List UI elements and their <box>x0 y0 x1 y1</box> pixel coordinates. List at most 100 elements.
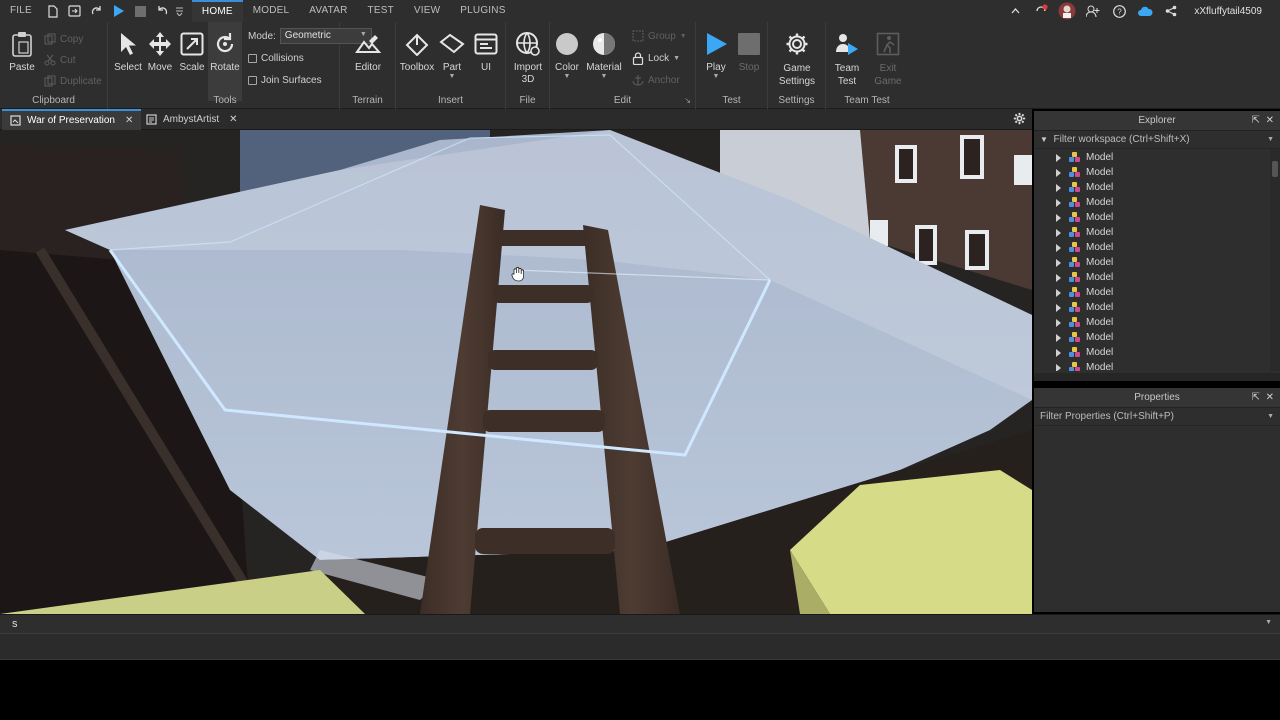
tab-home[interactable]: HOME <box>191 0 243 22</box>
username[interactable]: xXfluffytail4509 <box>1194 6 1262 17</box>
explorer-item-model[interactable]: Model <box>1034 300 1280 315</box>
copy-button[interactable]: Copy <box>44 30 83 48</box>
command-bar[interactable]: s ▼ <box>0 614 1280 634</box>
chevron-down-icon[interactable]: ▼ <box>584 73 624 80</box>
lock-button[interactable]: Lock ▼ <box>632 49 680 67</box>
undo-icon[interactable] <box>152 0 174 22</box>
share-icon[interactable] <box>1160 0 1182 22</box>
duplicate-button[interactable]: Duplicate <box>44 72 102 90</box>
open-file-icon[interactable] <box>64 0 86 22</box>
add-friend-icon[interactable] <box>1082 0 1104 22</box>
import-3d-button[interactable]: Import 3D <box>510 30 546 86</box>
close-icon[interactable]: ✕ <box>1266 392 1274 403</box>
chevron-down-icon[interactable]: ▼ <box>1267 408 1274 426</box>
explorer-item-model[interactable]: Model <box>1034 315 1280 330</box>
move-tool-button[interactable]: Move <box>146 30 174 73</box>
rotate-tool-button[interactable]: Rotate <box>208 22 242 101</box>
tab-model[interactable]: MODEL <box>243 0 300 22</box>
horizontal-scrollbar[interactable] <box>1034 373 1280 381</box>
paste-button[interactable]: Paste <box>6 30 38 73</box>
team-test-button[interactable]: Team Test <box>828 30 866 88</box>
join-surfaces-toggle[interactable]: Join Surfaces <box>248 71 322 89</box>
chevron-down-icon[interactable]: ▼ <box>1265 619 1272 626</box>
color-button[interactable]: Color ▼ <box>552 30 582 80</box>
expand-arrow-icon[interactable] <box>1056 198 1061 207</box>
stop-button[interactable]: Stop <box>734 30 764 73</box>
explorer-item-model[interactable]: Model <box>1034 240 1280 255</box>
expand-arrow-icon[interactable] <box>1056 258 1061 267</box>
quick-access-more-icon[interactable] <box>174 0 186 22</box>
chevron-down-icon[interactable]: ▼ <box>552 73 582 80</box>
play-button[interactable]: Play ▼ <box>700 30 732 80</box>
expand-arrow-icon[interactable] <box>1056 183 1061 192</box>
explorer-item-model[interactable]: Model <box>1034 330 1280 345</box>
notification-icon[interactable] <box>1030 0 1052 22</box>
chevron-down-icon[interactable]: ▼ <box>438 73 466 80</box>
expand-arrow-icon[interactable] <box>1056 273 1061 282</box>
undock-icon[interactable]: ⇱ <box>1252 392 1260 403</box>
avatar[interactable] <box>1056 0 1078 22</box>
command-input-value[interactable]: s <box>12 618 18 630</box>
help-icon[interactable]: ? <box>1108 0 1130 22</box>
collisions-checkbox[interactable] <box>248 53 257 63</box>
play-icon[interactable] <box>108 0 130 22</box>
explorer-item-model[interactable]: Model <box>1034 255 1280 270</box>
explorer-item-model[interactable]: Model <box>1034 225 1280 240</box>
explorer-item-model[interactable]: Model <box>1034 270 1280 285</box>
explorer-item-model[interactable]: Model <box>1034 165 1280 180</box>
explorer-filter-input[interactable]: ▼ Filter workspace (Ctrl+Shift+X) ▼ <box>1034 131 1280 149</box>
chevron-down-icon[interactable]: ▼ <box>700 73 732 80</box>
tab-plugins[interactable]: PLUGINS <box>450 0 515 22</box>
properties-filter-input[interactable]: Filter Properties (Ctrl+Shift+P) ▼ <box>1034 408 1280 426</box>
explorer-item-model[interactable]: Model <box>1034 195 1280 210</box>
expand-arrow-icon[interactable] <box>1056 243 1061 252</box>
explorer-item-model[interactable]: Model <box>1034 285 1280 300</box>
material-button[interactable]: Material ▼ <box>584 30 624 80</box>
toolbox-button[interactable]: Toolbox <box>398 30 436 73</box>
part-button[interactable]: Part ▼ <box>438 30 466 80</box>
anchor-button[interactable]: Anchor <box>632 71 680 89</box>
expand-arrow-icon[interactable] <box>1056 153 1061 162</box>
expand-arrow-icon[interactable] <box>1056 318 1061 327</box>
tab-test[interactable]: TEST <box>358 0 404 22</box>
expand-arrow-icon[interactable] <box>1056 213 1061 222</box>
explorer-item-model[interactable]: Model <box>1034 345 1280 360</box>
cut-button[interactable]: Cut <box>44 51 76 69</box>
doc-tab-war-of-preservation[interactable]: War of Preservation ✕ <box>2 109 142 130</box>
expand-arrow-icon[interactable] <box>1056 303 1061 312</box>
tab-view[interactable]: VIEW <box>404 0 450 22</box>
expand-arrow-icon[interactable] <box>1056 168 1061 177</box>
explorer-item-model[interactable]: Model <box>1034 360 1280 371</box>
explorer-item-model[interactable]: Model <box>1034 150 1280 165</box>
vertical-scrollbar[interactable] <box>1270 149 1280 371</box>
undock-icon[interactable]: ⇱ <box>1252 115 1260 126</box>
new-file-icon[interactable] <box>42 0 64 22</box>
expand-arrow-icon[interactable] <box>1056 228 1061 237</box>
3d-viewport[interactable] <box>0 130 1032 614</box>
close-icon[interactable]: ✕ <box>1266 115 1274 126</box>
stop-icon[interactable] <box>130 0 152 22</box>
chevron-up-icon[interactable] <box>1004 0 1026 22</box>
expand-arrow-icon[interactable] <box>1056 288 1061 297</box>
collisions-toggle[interactable]: Collisions <box>248 49 304 67</box>
join-surfaces-checkbox[interactable] <box>248 75 257 85</box>
ui-button[interactable]: UI <box>472 30 500 73</box>
close-icon[interactable]: ✕ <box>125 115 133 126</box>
expand-arrow-icon[interactable] <box>1056 348 1061 357</box>
expand-arrow-icon[interactable] <box>1056 363 1061 371</box>
gear-icon[interactable] <box>1013 112 1026 128</box>
doc-tab-ambystartist[interactable]: AmbystArtist ✕ <box>138 109 246 130</box>
game-settings-button[interactable]: Game Settings <box>772 30 822 88</box>
file-menu[interactable]: FILE <box>0 0 42 22</box>
group-button[interactable]: Group ▼ <box>632 27 687 45</box>
explorer-item-model[interactable]: Model <box>1034 180 1280 195</box>
scale-tool-button[interactable]: Scale <box>178 30 206 73</box>
terrain-editor-button[interactable]: Editor <box>348 30 388 73</box>
expand-arrow-icon[interactable] <box>1056 333 1061 342</box>
explorer-item-model[interactable]: Model <box>1034 210 1280 225</box>
cloud-icon[interactable] <box>1134 0 1156 22</box>
close-icon[interactable]: ✕ <box>229 114 237 125</box>
tab-avatar[interactable]: AVATAR <box>299 0 357 22</box>
chevron-down-icon[interactable]: ▼ <box>1267 131 1274 149</box>
select-tool-button[interactable]: Select <box>114 30 142 73</box>
